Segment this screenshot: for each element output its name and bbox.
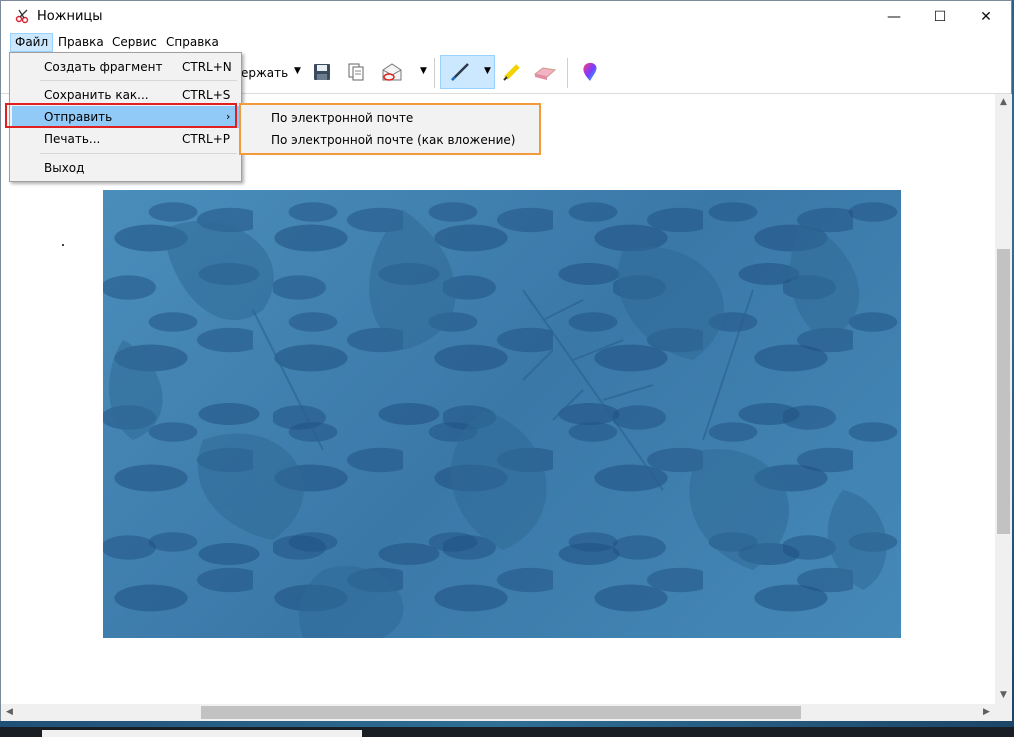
- pen-button[interactable]: [447, 59, 473, 85]
- delay-button-label[interactable]: ержать: [241, 66, 288, 80]
- eraser-icon: [533, 67, 557, 80]
- menu-separator: [40, 153, 237, 154]
- menu-edit[interactable]: Правка: [54, 34, 108, 51]
- minimize-button[interactable]: —: [871, 1, 917, 32]
- save-button[interactable]: [309, 59, 335, 85]
- menu-help[interactable]: Справка: [162, 34, 223, 51]
- send-dropdown-arrow[interactable]: ▼: [420, 66, 427, 76]
- scroll-left-arrow[interactable]: ◀: [1, 704, 18, 721]
- highlighter-icon: [503, 64, 520, 81]
- eraser-button[interactable]: [532, 59, 558, 85]
- horizontal-scroll-thumb[interactable]: [201, 706, 801, 719]
- send-item-annotation-box: [5, 103, 237, 128]
- menu-separator: [40, 80, 237, 81]
- highlighter-button[interactable]: [499, 59, 525, 85]
- taskbar-search-box[interactable]: [42, 730, 362, 737]
- menu-item-print[interactable]: Печать... CTRL+P: [12, 128, 239, 150]
- window-title: Ножницы: [37, 9, 103, 24]
- menu-bar: Файл Правка Сервис Справка: [1, 32, 1011, 52]
- menu-item-exit[interactable]: Выход: [12, 157, 239, 179]
- scroll-corner: [995, 704, 1012, 721]
- copy-icon: [348, 63, 364, 81]
- copy-button[interactable]: [343, 59, 369, 85]
- menu-item-label: Выход: [44, 161, 85, 175]
- snip-canvas: [1, 94, 995, 704]
- submenu-item-email[interactable]: По электронной почте: [271, 107, 413, 129]
- canvas-dot: [62, 244, 64, 246]
- save-icon: [314, 64, 330, 80]
- menu-service[interactable]: Сервис: [108, 34, 161, 51]
- menu-item-shortcut: CTRL+P: [182, 132, 231, 146]
- paint-3d-icon: [583, 62, 597, 81]
- submenu-item-email-attachment[interactable]: По электронной почте (как вложение): [271, 129, 515, 151]
- snipping-tool-window: Ножницы — ☐ ✕ Файл Правка Сервис Справка…: [0, 0, 1012, 721]
- menu-item-shortcut: CTRL+N: [182, 60, 232, 74]
- toolbar-separator: [567, 58, 568, 88]
- leaf-pattern: [109, 210, 887, 638]
- scroll-up-arrow[interactable]: ▲: [995, 94, 1012, 111]
- vertical-scrollbar[interactable]: ▲ ▼: [995, 94, 1012, 704]
- pen-dropdown-arrow[interactable]: ▼: [484, 66, 491, 76]
- toolbar-separator: [434, 58, 435, 88]
- pen-icon: [451, 63, 469, 81]
- scroll-down-arrow[interactable]: ▼: [995, 687, 1012, 704]
- menu-item-new-snip[interactable]: Создать фрагмент CTRL+N: [12, 56, 239, 78]
- vertical-scroll-thumb[interactable]: [997, 249, 1010, 534]
- send-submenu: По электронной почте По электронной почт…: [239, 103, 541, 155]
- close-button[interactable]: ✕: [963, 1, 1009, 32]
- snip-image: [103, 190, 901, 638]
- menu-file[interactable]: Файл: [10, 33, 54, 52]
- maximize-button[interactable]: ☐: [917, 1, 963, 32]
- delay-dropdown-arrow[interactable]: ▼: [294, 66, 301, 76]
- title-bar: Ножницы — ☐ ✕: [1, 1, 1011, 32]
- scroll-right-arrow[interactable]: ▶: [978, 704, 995, 721]
- menu-item-label: Печать...: [44, 132, 101, 146]
- menu-item-label: Создать фрагмент: [44, 60, 163, 74]
- send-snip-icon: [382, 63, 402, 81]
- send-snip-button[interactable]: [379, 59, 405, 85]
- paint-3d-button[interactable]: [577, 59, 603, 85]
- horizontal-scrollbar[interactable]: ◀ ▶: [1, 704, 995, 721]
- scissors-icon: [15, 9, 29, 24]
